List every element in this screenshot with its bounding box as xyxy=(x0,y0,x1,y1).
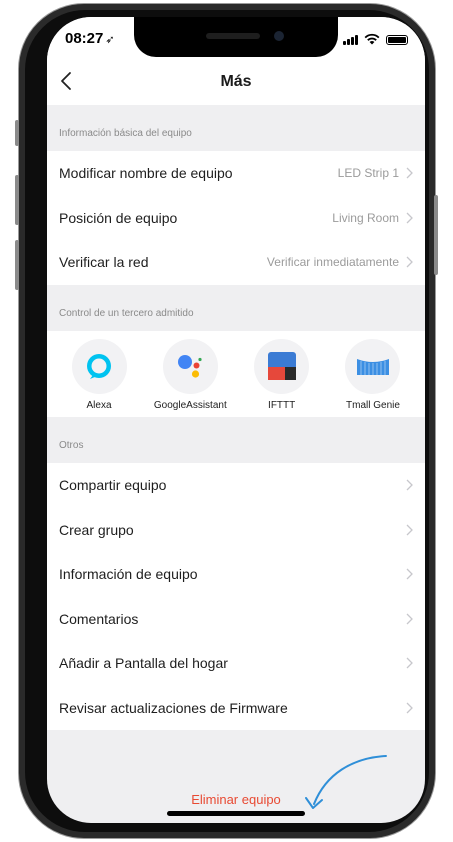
chevron-right-icon xyxy=(406,167,413,179)
alexa-icon xyxy=(71,338,127,394)
add-to-home-screen-row[interactable]: Añadir a Pantalla del hogar xyxy=(47,641,425,686)
tp-label: Alexa xyxy=(86,399,112,411)
rename-device-row[interactable]: Modificar nombre de equipo LED Strip 1 xyxy=(47,151,425,196)
status-icons xyxy=(343,33,408,45)
alexa-item[interactable]: Alexa xyxy=(54,335,144,411)
google-assistant-item[interactable]: GoogleAssistant xyxy=(145,335,235,411)
row-label: Posición de equipo xyxy=(59,209,178,226)
device-info-row[interactable]: Información de equipo xyxy=(47,552,425,597)
chevron-right-icon xyxy=(406,479,413,491)
wifi-icon xyxy=(364,33,380,45)
page-title: Más xyxy=(220,73,252,90)
notch xyxy=(134,17,338,57)
chevron-right-icon xyxy=(406,657,413,669)
chevron-right-icon xyxy=(406,257,413,268)
device-location-row[interactable]: Posición de equipo Living Room xyxy=(47,196,425,241)
location-icon: ➶ xyxy=(105,34,115,46)
third-party-group: Alexa GoogleAssistant IFTTT Tmall Genie xyxy=(47,330,425,417)
tmall-genie-item[interactable]: Tmall Genie xyxy=(328,335,418,411)
battery-icon xyxy=(386,35,408,45)
tmall-genie-icon xyxy=(345,338,401,394)
volume-down-button xyxy=(15,240,19,290)
row-value: Verificar inmediatamente xyxy=(266,255,399,270)
section-header-others: Otros xyxy=(47,428,425,463)
chevron-right-icon xyxy=(406,212,413,224)
section-header-third-party: Control de un tercero admitido xyxy=(47,296,425,331)
feedback-row[interactable]: Comentarios xyxy=(47,597,425,642)
row-label: Revisar actualizaciones de Firmware xyxy=(59,700,288,717)
annotation-arrow-icon xyxy=(305,755,387,809)
ifttt-icon xyxy=(254,338,310,394)
row-label: Compartir equipo xyxy=(59,477,167,494)
power-button xyxy=(434,195,438,275)
tp-label: IFTTT xyxy=(268,399,296,411)
navigation-bar: Más xyxy=(47,61,425,105)
create-group-row[interactable]: Crear grupo xyxy=(47,507,425,552)
firmware-update-row[interactable]: Revisar actualizaciones de Firmware xyxy=(47,686,425,731)
chevron-right-icon xyxy=(406,613,413,625)
row-label: Modificar nombre de equipo xyxy=(59,165,233,182)
row-label: Crear grupo xyxy=(59,521,134,538)
row-label: Verificar la red xyxy=(59,254,149,271)
chevron-right-icon xyxy=(406,524,413,536)
chevron-right-icon xyxy=(406,702,413,714)
section-header-basic: Información básica del equipo xyxy=(47,117,425,151)
row-label: Comentarios xyxy=(59,610,139,627)
phone-screen: 08:27 ➶ Más Información básica del equipo… xyxy=(47,17,425,823)
google-assistant-icon xyxy=(162,338,218,394)
speaker-grille xyxy=(206,33,260,39)
mute-switch xyxy=(15,120,19,146)
tp-label: Tmall Genie xyxy=(346,399,400,411)
row-value: Living Room xyxy=(332,210,399,225)
row-value: LED Strip 1 xyxy=(337,166,399,181)
front-camera xyxy=(274,31,284,41)
tp-label: GoogleAssistant xyxy=(153,399,227,411)
ifttt-item[interactable]: IFTTT xyxy=(237,335,327,411)
basic-info-group: Modificar nombre de equipo LED Strip 1 P… xyxy=(47,151,425,285)
share-device-row[interactable]: Compartir equipo xyxy=(47,463,425,508)
row-label: Añadir a Pantalla del hogar xyxy=(59,655,228,672)
chevron-right-icon xyxy=(406,568,413,580)
row-label: Información de equipo xyxy=(59,566,198,583)
cellular-signal-icon xyxy=(343,35,358,45)
settings-content: Información básica del equipo Modificar … xyxy=(47,105,425,731)
status-time: 08:27 ➶ xyxy=(65,30,115,47)
volume-up-button xyxy=(15,175,19,225)
check-network-row[interactable]: Verificar la red Verificar inmediatament… xyxy=(47,240,425,285)
others-group: Compartir equipo Crear grupo Información… xyxy=(47,462,425,731)
